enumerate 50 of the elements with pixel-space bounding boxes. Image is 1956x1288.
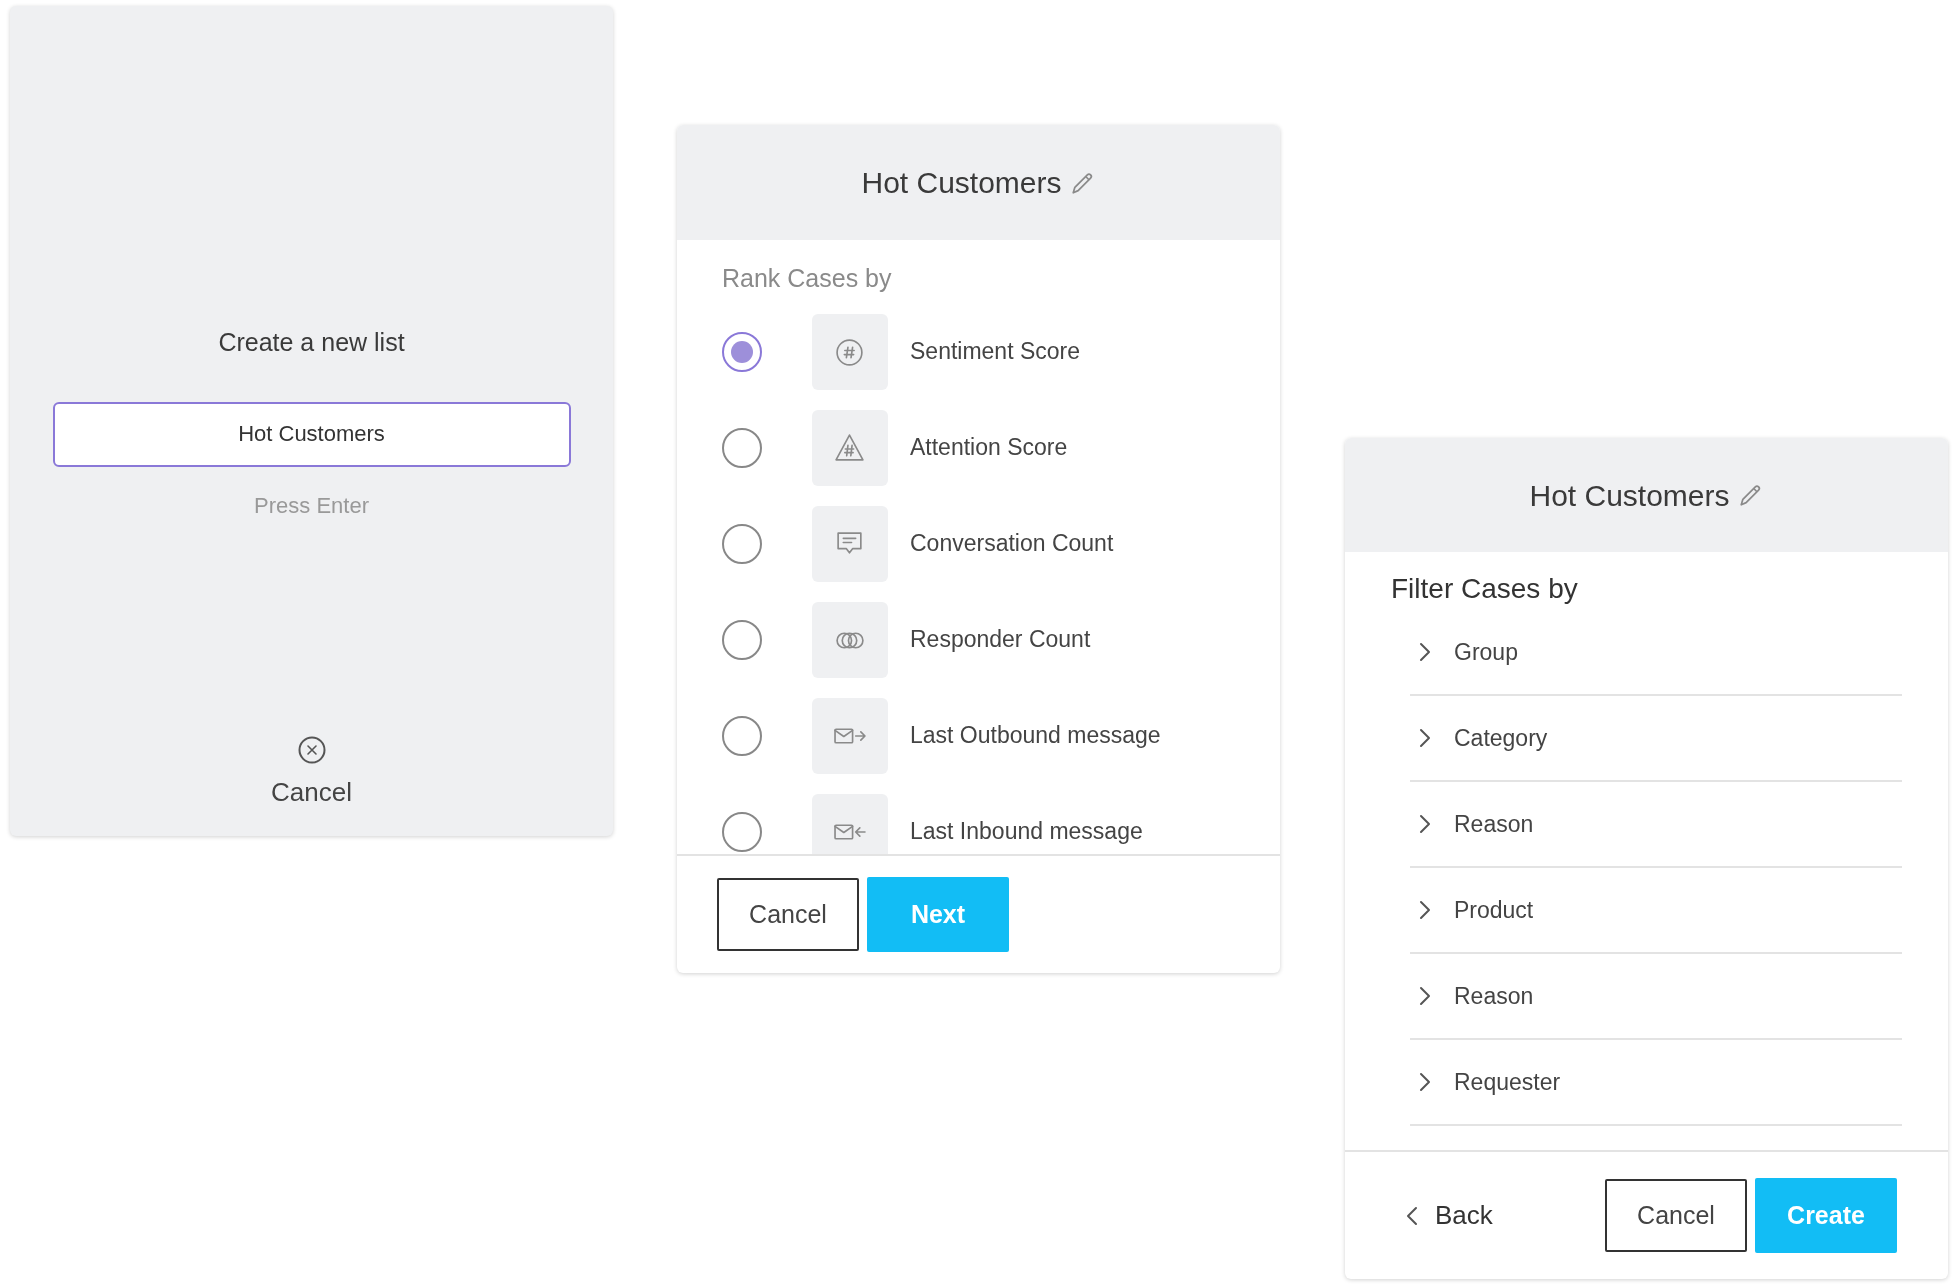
- hint-text: Press Enter: [254, 491, 369, 520]
- filter-row[interactable]: Category: [1410, 696, 1902, 782]
- section-label: Filter Cases by: [1391, 572, 1579, 606]
- back-button[interactable]: Back: [1405, 1196, 1493, 1235]
- option-label: Responder Count: [910, 625, 1091, 655]
- filter-label: Reason: [1454, 981, 1534, 1011]
- chevron-right-icon: [1418, 985, 1432, 1007]
- radio-button[interactable]: [722, 427, 762, 468]
- panel-title: Hot Customers: [1529, 477, 1730, 514]
- radio-button[interactable]: [722, 811, 762, 852]
- chevron-right-icon: [1418, 641, 1432, 663]
- option-label: Attention Score: [910, 433, 1068, 463]
- section-label: Rank Cases by: [722, 263, 893, 294]
- option-label: Last Inbound message: [910, 817, 1143, 847]
- rank-option[interactable]: Sentiment Score: [722, 313, 1235, 390]
- option-label: Sentiment Score: [910, 337, 1081, 367]
- filter-label: Product: [1454, 895, 1534, 925]
- chevron-left-icon: [1405, 1204, 1419, 1227]
- radio-button[interactable]: [722, 331, 762, 372]
- option-label: Conversation Count: [910, 529, 1114, 559]
- cancel-link[interactable]: Cancel: [271, 773, 352, 812]
- panel-title: Create a new list: [218, 327, 405, 358]
- option-label: Last Outbound message: [910, 721, 1161, 751]
- chevron-right-icon: [1418, 899, 1432, 921]
- filter-label: Requester: [1454, 1067, 1561, 1097]
- list-name-field[interactable]: Hot Customers: [52, 401, 571, 467]
- warning-hash-icon: [834, 431, 866, 464]
- chevron-right-icon: [1418, 813, 1432, 835]
- radio-button[interactable]: [722, 715, 762, 756]
- filter-row[interactable]: Requester: [1410, 1040, 1902, 1126]
- rank-option[interactable]: Responder Count: [722, 601, 1235, 678]
- filter-label: Group: [1454, 637, 1518, 667]
- radio-button[interactable]: [722, 619, 762, 660]
- cancel-button[interactable]: Cancel: [1605, 1179, 1747, 1252]
- rank-option[interactable]: Attention Score: [722, 409, 1235, 486]
- rank-option[interactable]: Last Outbound message: [722, 697, 1235, 774]
- filter-row[interactable]: Reason: [1410, 782, 1902, 868]
- radio-button[interactable]: [722, 523, 762, 564]
- panel-title: Hot Customers: [861, 165, 1062, 201]
- filter-row[interactable]: Product: [1410, 868, 1902, 954]
- chevron-right-icon: [1418, 1071, 1432, 1093]
- rank-option[interactable]: Last Inbound message: [722, 793, 1235, 854]
- filter-row[interactable]: Group: [1410, 610, 1902, 696]
- filter-label: Reason: [1454, 809, 1534, 839]
- filter-label: Category: [1454, 723, 1548, 753]
- close-icon[interactable]: [296, 735, 327, 765]
- chevron-right-icon: [1418, 727, 1432, 749]
- filter-row[interactable]: Reason: [1410, 954, 1902, 1040]
- rank-option[interactable]: Conversation Count: [722, 505, 1235, 582]
- cancel-button[interactable]: Cancel: [717, 877, 859, 951]
